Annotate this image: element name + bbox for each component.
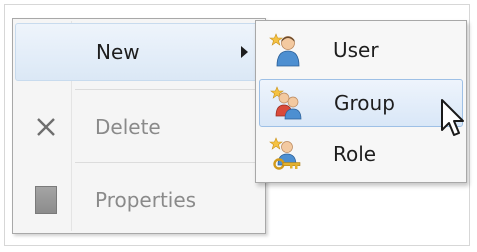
new-role-icon (269, 137, 301, 170)
menu-item-properties-label: Properties (95, 188, 197, 212)
context-menu: New Delete Properties (12, 18, 266, 234)
mouse-pointer-icon (441, 99, 464, 136)
menu-item-delete[interactable]: Delete (15, 99, 263, 155)
submenu-arrow-icon (241, 46, 248, 58)
properties-icon (35, 186, 57, 214)
menu-item-new[interactable]: New (15, 23, 263, 81)
menu-separator (75, 162, 261, 163)
new-user-icon (269, 33, 300, 67)
submenu-item-role[interactable]: Role (259, 131, 463, 177)
delete-x-icon (37, 118, 55, 136)
menu-item-delete-label: Delete (95, 115, 161, 139)
menu-item-new-label: New (96, 40, 140, 64)
new-submenu: User Group Role (255, 20, 467, 183)
menu-item-properties[interactable]: Properties (15, 172, 263, 228)
submenu-item-user[interactable]: User (259, 27, 463, 73)
submenu-item-group[interactable]: Group (259, 79, 463, 127)
submenu-item-group-label: Group (334, 91, 395, 115)
submenu-item-user-label: User (333, 38, 379, 62)
submenu-item-role-label: Role (333, 142, 377, 166)
menu-separator (75, 89, 261, 90)
new-group-icon (270, 86, 302, 120)
